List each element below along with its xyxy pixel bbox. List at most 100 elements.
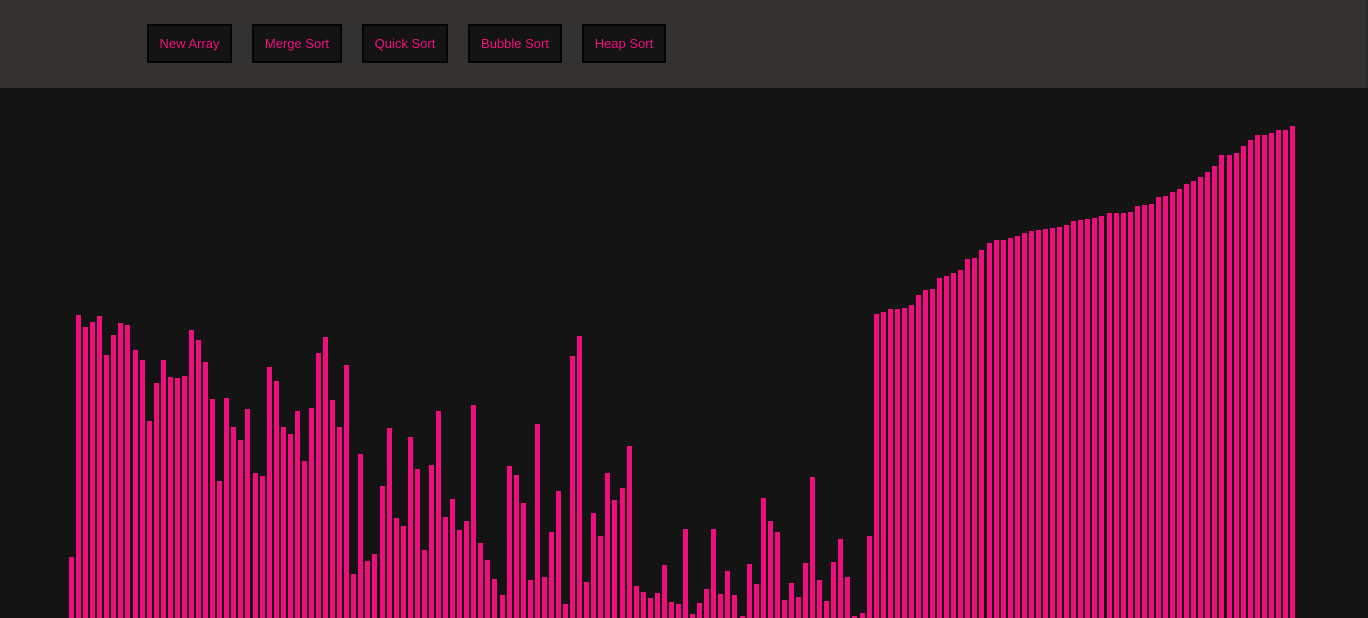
array-bar: [1170, 192, 1176, 618]
array-bar: [1290, 126, 1296, 618]
array-bar: [316, 353, 322, 618]
array-bar: [485, 560, 491, 618]
array-bar: [196, 340, 202, 618]
array-bar: [1113, 213, 1119, 618]
array-bar: [654, 593, 660, 618]
array-bar: [577, 336, 583, 618]
array-bar: [139, 360, 145, 618]
array-bar: [1177, 189, 1183, 618]
array-bar: [690, 614, 696, 618]
array-bar: [1155, 197, 1161, 618]
array-bar: [1043, 229, 1048, 618]
array-bar: [598, 536, 604, 618]
merge-sort-button[interactable]: Merge Sort: [252, 24, 342, 63]
array-bar: [443, 517, 449, 618]
array-bar: [506, 466, 512, 618]
array-bar: [365, 561, 371, 618]
array-bar: [414, 469, 420, 618]
array-bar: [104, 355, 110, 618]
array-bar: [344, 365, 350, 618]
array-bar: [181, 376, 187, 618]
bubble-sort-button[interactable]: Bubble Sort: [468, 24, 562, 63]
array-bar: [287, 434, 293, 618]
array-bar: [301, 461, 307, 618]
array-bar: [979, 250, 985, 618]
array-bar: [69, 557, 74, 618]
array-bar: [915, 295, 921, 618]
array-bar: [1028, 231, 1034, 618]
array-bar: [605, 473, 611, 618]
array-bar: [238, 440, 244, 618]
array-bar: [1007, 238, 1013, 618]
array-bar: [471, 405, 477, 618]
array-bar: [908, 305, 914, 618]
array-bar: [167, 377, 173, 618]
array-bar: [280, 427, 286, 618]
array-bar: [188, 330, 194, 618]
array-bar: [118, 323, 124, 618]
array-bar: [499, 595, 505, 618]
array-bar: [972, 258, 978, 618]
array-bar: [1014, 236, 1020, 618]
array-bar: [1275, 130, 1281, 618]
array-bar: [436, 411, 442, 618]
array-bar: [894, 309, 900, 618]
array-bar: [1212, 166, 1218, 618]
array-bar: [1261, 135, 1267, 618]
array-bar: [1064, 225, 1070, 618]
array-bar: [880, 312, 886, 618]
array-bar: [1198, 177, 1204, 618]
quick-sort-button[interactable]: Quick Sort: [362, 24, 448, 63]
array-bar: [725, 571, 731, 618]
array-bar: [132, 350, 138, 618]
array-bar: [640, 592, 646, 618]
array-bar: [548, 532, 554, 618]
array-bar: [259, 476, 265, 618]
array-bar: [591, 513, 597, 618]
array-bar: [718, 594, 724, 618]
array-bar: [584, 582, 590, 618]
array-bar: [323, 337, 329, 618]
array-bar: [887, 309, 893, 618]
array-bar: [944, 276, 950, 618]
array-bar: [1219, 155, 1225, 618]
array-bar: [231, 427, 237, 618]
array-bar: [534, 424, 540, 618]
heap-sort-button[interactable]: Heap Sort: [582, 24, 666, 63]
array-bar: [337, 427, 343, 618]
array-bar: [1120, 213, 1126, 618]
array-bar: [1106, 213, 1112, 618]
array-bar: [859, 613, 865, 618]
array-bar: [457, 530, 463, 618]
array-bar: [697, 603, 703, 618]
new-array-button[interactable]: New Array: [147, 24, 232, 63]
array-bar: [245, 409, 251, 618]
array-bar: [111, 335, 117, 618]
array-bar: [125, 325, 131, 618]
array-bar: [647, 598, 653, 618]
array-bar: [1184, 184, 1190, 618]
array-bar: [1240, 146, 1246, 618]
array-bar: [668, 602, 674, 618]
array-bar: [1141, 205, 1147, 618]
array-bar: [210, 399, 216, 618]
array-bar: [1205, 172, 1211, 618]
array-bar: [810, 477, 816, 618]
array-bar: [1000, 240, 1006, 618]
array-bar: [527, 580, 533, 618]
array-bar: [372, 554, 378, 618]
array-bar: [1162, 196, 1168, 618]
array-bar: [330, 400, 336, 618]
array-bar: [795, 597, 801, 618]
array-bar: [421, 550, 427, 618]
array-bar: [901, 308, 907, 618]
array-bar: [711, 529, 717, 618]
array-bar: [266, 367, 272, 618]
array-bar: [1035, 230, 1041, 618]
array-bar: [83, 327, 89, 618]
array-bar: [1233, 153, 1239, 618]
array-bar: [174, 378, 180, 618]
array-bar: [1099, 216, 1105, 618]
array-bar: [683, 529, 689, 618]
array-bar: [633, 586, 639, 618]
